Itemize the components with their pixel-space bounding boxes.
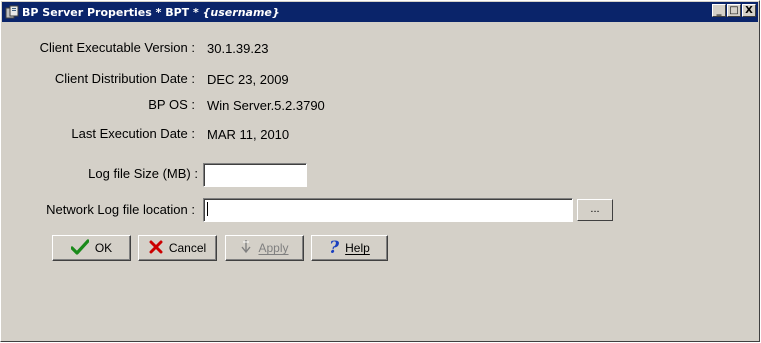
- apply-button[interactable]: Apply: [225, 235, 304, 261]
- text-caret: [207, 202, 208, 216]
- apply-arrow-icon: [240, 239, 252, 258]
- bp-os-label: BP OS :: [148, 97, 195, 112]
- last-execution-date-value: MAR 11, 2010: [207, 127, 290, 142]
- server-icon: [5, 5, 19, 19]
- log-file-size-input[interactable]: [203, 163, 307, 187]
- help-label: Help: [345, 241, 370, 255]
- minimize-button[interactable]: _: [712, 4, 726, 17]
- network-log-file-location-input[interactable]: [203, 198, 573, 222]
- properties-window: BP Server Properties * BPT * {username} …: [0, 0, 760, 342]
- maximize-button[interactable]: □: [727, 4, 741, 17]
- cancel-button[interactable]: Cancel: [138, 235, 217, 261]
- window-title-user: {username}: [202, 5, 280, 19]
- cancel-label: Cancel: [168, 241, 207, 255]
- network-log-file-location-label: Network Log file location :: [46, 202, 195, 217]
- window-title-main: BP Server Properties * BPT *: [22, 5, 203, 19]
- help-button[interactable]: ? Help: [311, 235, 388, 261]
- ok-button[interactable]: OK: [52, 235, 131, 261]
- window-title: BP Server Properties * BPT * {username}: [22, 6, 280, 19]
- ok-label: OK: [94, 241, 113, 255]
- client-executable-version-label: Client Executable Version :: [39, 40, 195, 55]
- last-execution-date-label: Last Execution Date :: [71, 126, 195, 141]
- client-distribution-date-value: DEC 23, 2009: [207, 72, 289, 87]
- question-mark-icon: ?: [329, 238, 340, 258]
- x-icon: [149, 240, 163, 257]
- log-file-size-label: Log file Size (MB) :: [88, 166, 198, 181]
- browse-button[interactable]: ...: [577, 199, 613, 221]
- bp-os-value: Win Server.5.2.3790: [207, 98, 325, 113]
- window-controls: _ □ X: [711, 4, 756, 17]
- checkmark-icon: [70, 238, 90, 258]
- client-executable-version-value: 30.1.39.23: [207, 41, 269, 56]
- apply-label: Apply: [258, 241, 289, 255]
- close-button[interactable]: X: [742, 4, 756, 17]
- title-bar[interactable]: BP Server Properties * BPT * {username} …: [2, 2, 758, 22]
- client-distribution-date-label: Client Distribution Date :: [54, 71, 195, 86]
